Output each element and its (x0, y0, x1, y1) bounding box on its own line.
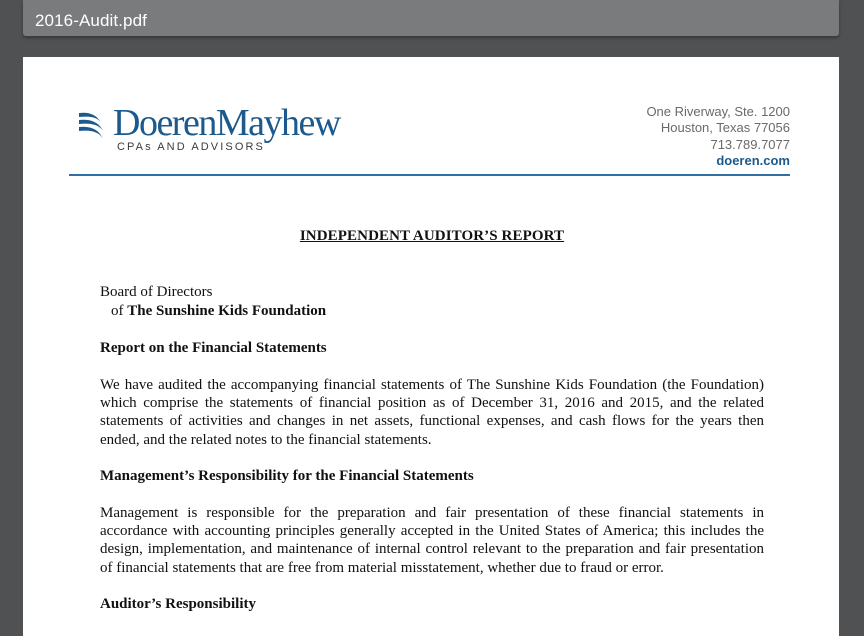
letterhead-divider (69, 174, 790, 176)
addressee-line-2: of The Sunshine Kids Foundation (100, 302, 764, 320)
address-line-2: Houston, Texas 77056 (660, 120, 790, 136)
phone-number: 713.789.7077 (710, 136, 790, 152)
report-body: INDEPENDENT AUDITOR’S REPORT Board of Di… (100, 227, 764, 632)
website-link[interactable]: doeren.com (646, 153, 790, 169)
paragraph-financial-statements: We have audited the accompanying financi… (100, 376, 764, 448)
logo-swoosh-icon (79, 112, 103, 139)
section-heading-auditor-responsibility: Auditor’s Responsibility (100, 596, 256, 613)
logo-tagline: CPAs AND ADVISORS (117, 141, 265, 153)
pdf-page[interactable]: DoerenMayhew CPAs AND ADVISORS One River… (23, 57, 839, 636)
section-heading-financial-statements: Report on the Financial Statements (100, 340, 327, 357)
logo-wordmark: DoerenMayhew (113, 102, 341, 144)
addressee-prefix: of (111, 302, 128, 319)
viewer-title-bar: 2016-Audit.pdf (23, 0, 839, 36)
addressee-organization: The Sunshine Kids Foundation (127, 302, 327, 319)
addressee-line-1: Board of Directors (100, 284, 213, 301)
document-title: 2016-Audit.pdf (35, 11, 147, 30)
report-title: INDEPENDENT AUDITOR’S REPORT (299, 228, 565, 244)
paragraph-management-responsibility: Management is responsible for the prepar… (100, 504, 764, 576)
pdf-viewer: 2016-Audit.pdf DoerenMayhew CPAs AND ADV… (0, 0, 864, 636)
section-heading-management-responsibility: Management’s Responsibility for the Fina… (100, 468, 474, 485)
company-logo: DoerenMayhew CPAs AND ADVISORS (77, 102, 387, 153)
address-line-1: One Riverway, Ste. 1200 (646, 104, 790, 119)
addressee-block: Board of Directors of The Sunshine Kids … (100, 283, 764, 320)
firm-address-block: One Riverway, Ste. 1200 Houston, Texas 7… (646, 104, 790, 169)
